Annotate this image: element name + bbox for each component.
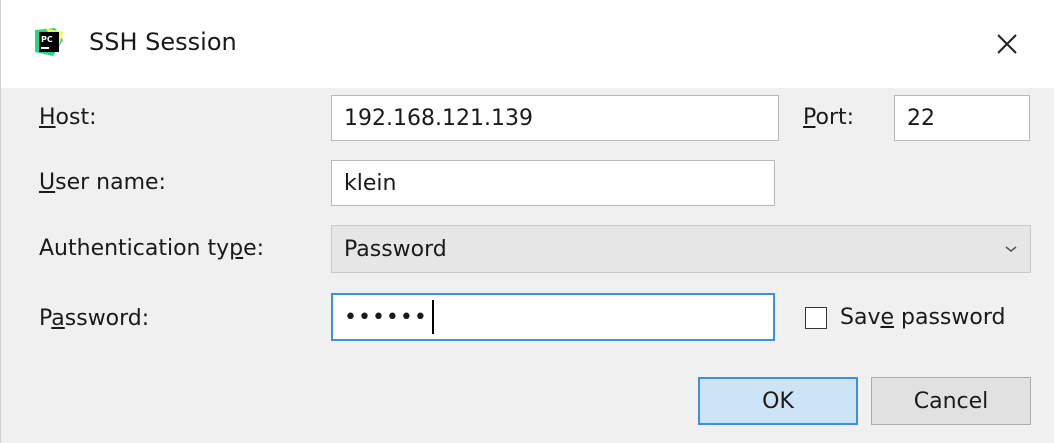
port-input[interactable]: 22 [894,95,1030,141]
close-button[interactable] [985,22,1029,66]
window-title: SSH Session [89,28,237,56]
port-label: Port: [803,105,855,130]
title-bar[interactable]: PC SSH Session [1,0,1054,88]
close-icon [997,34,1017,54]
auth-type-select[interactable]: Password [331,225,1031,273]
pycharm-icon: PC [35,28,63,56]
ssh-session-dialog: PC SSH Session Host: 192.168.121.139 Por… [0,0,1054,443]
save-password-checkbox[interactable] [805,307,827,329]
ok-button[interactable]: OK [698,377,858,425]
cancel-button[interactable]: Cancel [871,377,1031,425]
save-password-label[interactable]: Save password [840,303,1005,333]
password-label: Password: [39,306,150,331]
chevron-down-icon [1005,246,1017,252]
user-name-label: User name: [39,170,166,195]
password-input[interactable]: •••••• [331,293,775,341]
host-input[interactable]: 192.168.121.139 [331,95,779,141]
svg-text:PC: PC [41,35,53,44]
host-label: Host: [39,105,97,130]
user-name-input[interactable]: klein [331,160,775,206]
text-caret [431,300,434,334]
auth-type-label: Authentication type: [39,236,265,261]
